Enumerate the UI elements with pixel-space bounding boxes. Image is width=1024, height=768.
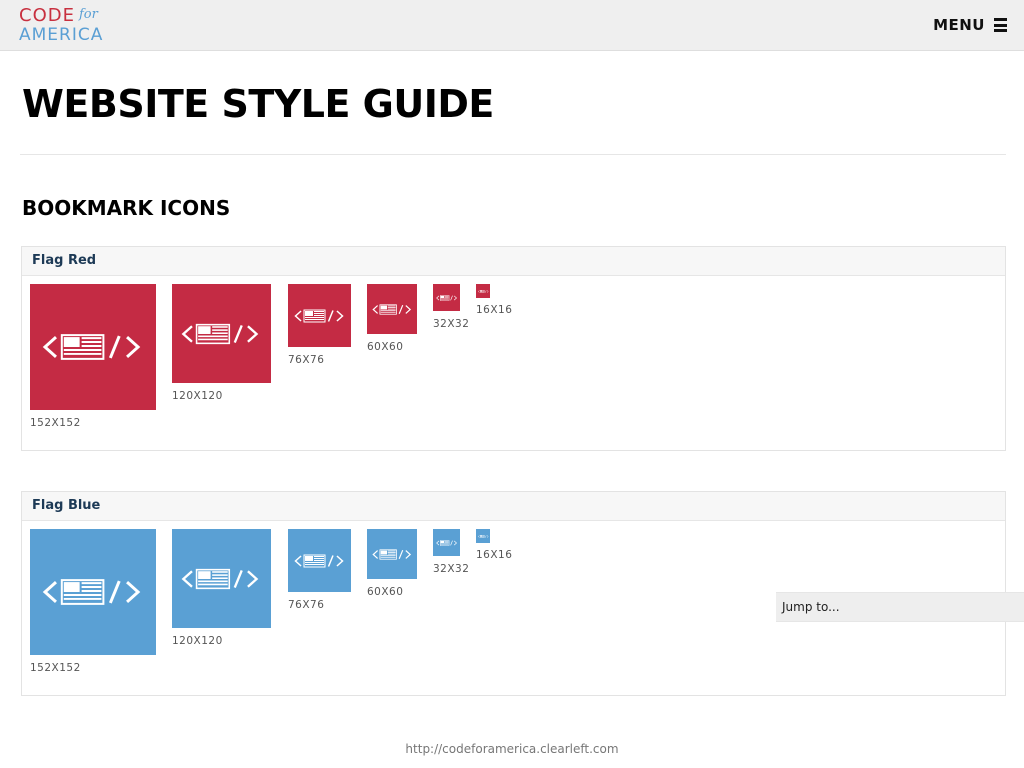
top-bar: CODE for AMERICA MENU [0, 0, 1024, 51]
logo-code-text: CODE [19, 5, 75, 26]
code-flag-icon [288, 284, 351, 347]
icon-size-label: 76X76 [288, 599, 325, 611]
code-flag-icon [367, 284, 417, 334]
section-title: BOOKMARK ICONS [22, 196, 231, 220]
code-flag-icon [367, 529, 417, 579]
code-flag-icon [433, 529, 460, 556]
icon-size-label: 120X120 [172, 390, 223, 402]
icon-size-label: 60X60 [367, 341, 404, 353]
icon-size-label: 32X32 [433, 563, 470, 575]
panel-flag-red: Flag Red 152X152 120X120 76X76 60X60 32X… [21, 246, 1006, 451]
icon-size-label: 16X16 [476, 304, 513, 316]
hamburger-icon [994, 18, 1007, 32]
icon-size-label: 32X32 [433, 318, 470, 330]
code-flag-icon [30, 284, 156, 410]
icon-size-label: 60X60 [367, 586, 404, 598]
footer-url: http://codeforamerica.clearleft.com [405, 742, 619, 756]
icon-size-label: 152X152 [30, 662, 81, 674]
logo-for-text: for [79, 7, 98, 22]
icon-size-label: 76X76 [288, 354, 325, 366]
code-flag-icon [30, 529, 156, 655]
logo-america-text: AMERICA [19, 25, 104, 45]
code-flag-icon [172, 529, 271, 628]
code-flag-icon [288, 529, 351, 592]
panel-header: Flag Red [22, 247, 1005, 276]
menu-button[interactable]: MENU [933, 16, 1007, 34]
code-flag-icon [476, 284, 490, 298]
title-divider [20, 154, 1006, 155]
panel-title: Flag Red [32, 253, 97, 268]
icon-size-label: 152X152 [30, 417, 81, 429]
code-flag-icon [433, 284, 460, 311]
jump-to-label: Jump to... [782, 600, 840, 614]
icon-size-label: 120X120 [172, 635, 223, 647]
jump-to-menu[interactable]: Jump to... [776, 592, 1024, 622]
panel-header: Flag Blue [22, 492, 1005, 521]
icon-size-label: 16X16 [476, 549, 513, 561]
panel-title: Flag Blue [32, 498, 101, 513]
code-flag-icon [172, 284, 271, 383]
menu-label: MENU [933, 16, 985, 34]
page-title: WEBSITE STYLE GUIDE [22, 82, 494, 126]
code-flag-icon [476, 529, 490, 543]
